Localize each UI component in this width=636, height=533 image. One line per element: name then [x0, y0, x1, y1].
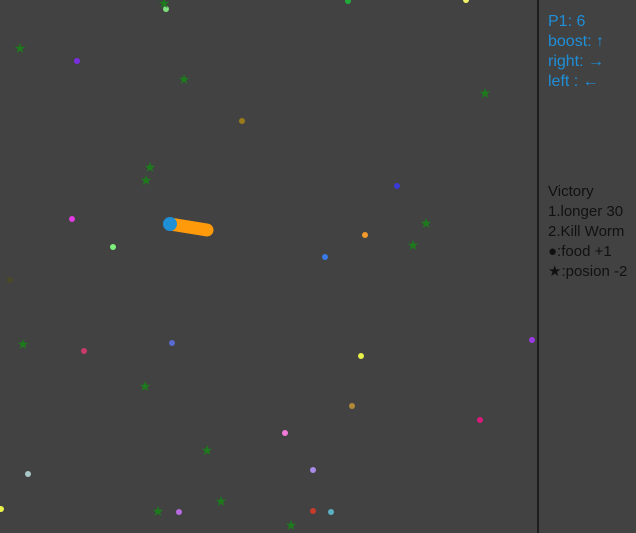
food-dot	[394, 183, 400, 189]
food-dot	[110, 244, 116, 250]
poison-legend: ★:posion -2	[548, 263, 628, 280]
food-dot	[328, 509, 334, 515]
food-dot	[282, 430, 288, 436]
player-worm	[163, 217, 214, 237]
right-control-label: right: →	[548, 53, 605, 70]
worm-head	[163, 217, 177, 231]
victory-title: Victory	[548, 183, 594, 200]
victory-rule-kill: 2.Kill Worm	[548, 223, 625, 240]
left-control-label: left : ←	[548, 73, 599, 90]
poison-star: ★	[157, 0, 171, 11]
food-dot	[7, 277, 13, 283]
victory-rule-length: 1.longer 30	[548, 203, 624, 220]
poison-star: ★	[200, 442, 214, 458]
food-dot	[169, 340, 175, 346]
food-dot	[81, 348, 87, 354]
poison-star: ★	[13, 40, 27, 56]
poison-star: ★	[138, 378, 152, 394]
poison-star: ★	[16, 336, 30, 352]
food-dot	[358, 353, 364, 359]
game-screen: ★ ★ ★ ★ ★ ★ ★ ★ ★ ★ ★ ★ ★ ★ P1: 6 boost: ↑ right: → l…	[0, 0, 636, 533]
food-dot	[69, 216, 75, 222]
poison-star: ★	[151, 503, 165, 519]
food-dot	[176, 509, 182, 515]
poison-star: ★	[419, 215, 433, 231]
food-dot	[310, 508, 316, 514]
food-dot	[74, 58, 80, 64]
food-dot	[477, 417, 483, 423]
food-dot	[310, 467, 316, 473]
food-dot	[239, 118, 245, 124]
poison-star: ★	[478, 85, 492, 101]
food-dot	[529, 337, 535, 343]
poison-star: ★	[214, 493, 228, 509]
poison-star: ★	[284, 517, 298, 533]
boost-control-label: boost: ↑	[548, 33, 605, 50]
food-legend: ●:food +1	[548, 243, 612, 260]
food-dot	[322, 254, 328, 260]
game-arena[interactable]: ★ ★ ★ ★ ★ ★ ★ ★ ★ ★ ★ ★ ★ ★	[0, 0, 537, 533]
poison-star: ★	[406, 237, 420, 253]
poison-star: ★	[177, 71, 191, 87]
food-dot	[25, 471, 31, 477]
food-dot	[362, 232, 368, 238]
info-panel: P1: 6 boost: ↑ right: → left : ← Victory…	[539, 0, 636, 533]
poison-star: ★	[139, 172, 153, 188]
food-dot	[349, 403, 355, 409]
score-label: P1: 6	[548, 13, 586, 30]
